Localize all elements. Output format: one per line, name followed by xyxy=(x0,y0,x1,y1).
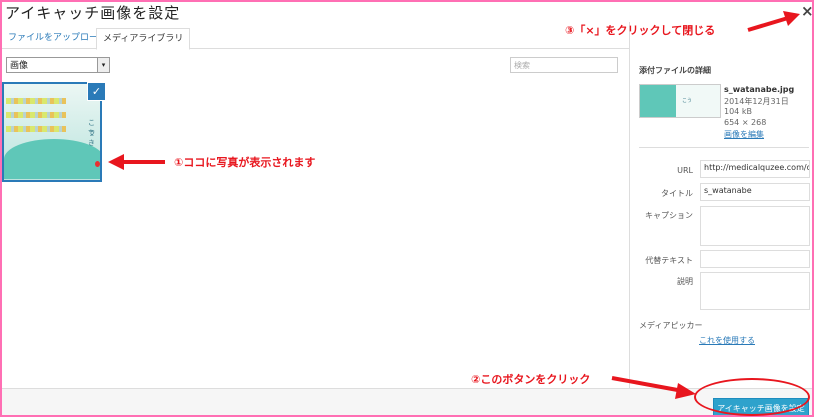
attachment-date: 2014年12月31日 xyxy=(724,97,789,106)
annotation-click-button: ②このボタンをクリック xyxy=(471,373,591,386)
title-label: タイトル xyxy=(661,189,693,198)
annotation-photo-shown: ①ココに写真が表示されます xyxy=(174,156,316,169)
attachment-filename: s_watanabe.jpg xyxy=(724,85,795,94)
modal-footer xyxy=(2,388,812,415)
media-type-filter[interactable]: 画像 ▾ xyxy=(6,57,110,73)
tab-media-library[interactable]: メディアライブラリ xyxy=(96,28,191,50)
alt-text-label: 代替テキスト xyxy=(645,256,693,265)
title-field[interactable]: s_watanabe xyxy=(700,183,810,201)
selected-check-icon[interactable]: ✓ xyxy=(87,82,106,101)
alt-text-field[interactable] xyxy=(700,250,810,268)
url-field[interactable]: http://medicalquzee.com/db xyxy=(700,160,810,178)
chevron-down-icon[interactable]: ▾ xyxy=(97,58,109,72)
dialog-title: アイキャッチ画像を設定 xyxy=(5,4,181,22)
annotation-click-close: ③「×」をクリックして閉じる xyxy=(565,24,716,37)
photo-shelf xyxy=(6,98,66,104)
photo-shelf xyxy=(6,112,66,118)
media-picker-label: メディアピッカー xyxy=(639,321,703,330)
attachment-details-title: 添付ファイルの詳細 xyxy=(639,66,711,75)
photo-shelf xyxy=(6,126,66,132)
photo-red-dot xyxy=(95,161,100,167)
filter-value: 画像 xyxy=(10,61,29,71)
url-label: URL xyxy=(677,166,693,175)
caption-label: キャプション xyxy=(645,211,693,220)
attachment-dimensions: 654 × 268 xyxy=(724,118,767,127)
details-thumb-text: こう xyxy=(682,98,693,104)
use-this-link[interactable]: これを使用する xyxy=(699,335,755,346)
close-icon[interactable]: × xyxy=(801,2,812,20)
attachment-filesize: 104 kB xyxy=(724,107,752,116)
search-input[interactable]: 検索 xyxy=(510,57,618,73)
details-thumbnail: こう xyxy=(639,84,721,118)
caption-field[interactable] xyxy=(700,206,810,246)
media-tabs: ファイルをアップロード メディアライブラリ xyxy=(2,28,629,50)
edit-image-link[interactable]: 画像を編集 xyxy=(724,129,764,140)
thumb-text-line: でき xyxy=(88,129,95,147)
media-modal: アイキャッチ画像を設定 × ファイルをアップロード メディアライブラリ 画像 ▾… xyxy=(0,0,814,417)
details-separator xyxy=(639,147,809,148)
sidebar-divider xyxy=(629,22,630,388)
description-label: 説明 xyxy=(677,277,693,286)
highlight-ellipse xyxy=(694,378,810,416)
description-field[interactable] xyxy=(700,272,810,310)
